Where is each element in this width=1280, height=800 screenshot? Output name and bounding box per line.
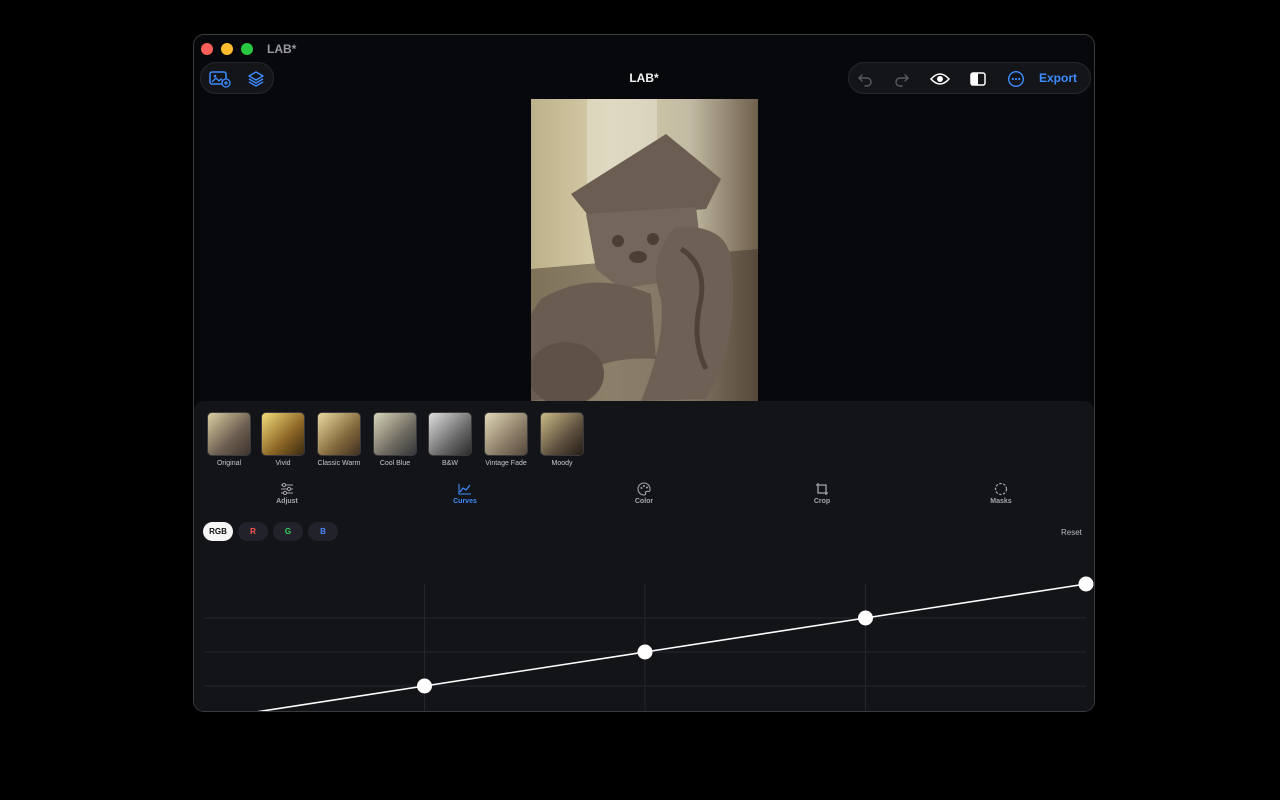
compare-button[interactable] — [966, 67, 990, 91]
curve-point-handle[interactable] — [858, 610, 873, 626]
curve-point-handle[interactable] — [637, 644, 653, 660]
title-bar: LAB* — [194, 35, 1094, 63]
clay-figure-photo — [531, 99, 758, 401]
undo-button[interactable] — [853, 67, 877, 91]
edit-panel: Original Vivid Classic Warm Cool Blue B&… — [194, 401, 1095, 712]
eye-icon — [930, 73, 950, 85]
export-button[interactable]: Export — [1039, 71, 1077, 85]
editor-window: LAB* LAB* Export Original Vivid Classic … — [193, 34, 1095, 712]
preview-toggle-button[interactable] — [928, 67, 952, 91]
close-window-button[interactable] — [201, 43, 213, 55]
right-toolbar-group: Export — [848, 62, 1091, 94]
compare-icon — [970, 72, 986, 86]
undo-icon — [858, 74, 872, 87]
more-options-button[interactable] — [1004, 67, 1028, 91]
curve-point-handle[interactable] — [417, 678, 432, 694]
maximize-window-button[interactable] — [241, 43, 253, 55]
redo-button[interactable] — [890, 67, 914, 91]
window-title: LAB* — [267, 42, 297, 56]
photo-canvas[interactable] — [531, 99, 758, 401]
minimize-window-button[interactable] — [221, 43, 233, 55]
curve-editor[interactable] — [194, 401, 1095, 712]
more-icon — [1007, 70, 1025, 88]
curve-point-handle[interactable] — [1078, 576, 1094, 592]
redo-icon — [895, 74, 909, 87]
